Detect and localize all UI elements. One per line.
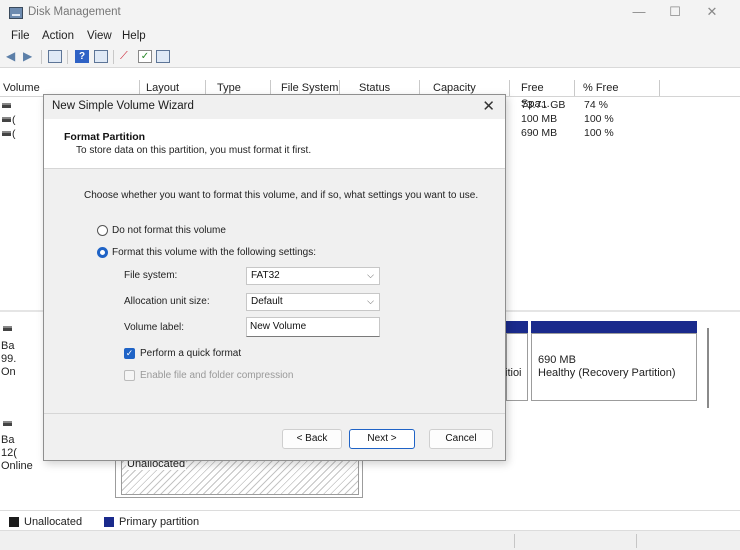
format-volume-radio[interactable] — [97, 247, 108, 258]
help-icon[interactable]: ? — [75, 50, 89, 63]
quick-format-checkbox[interactable]: ✓ — [124, 348, 135, 359]
compression-checkbox[interactable] — [124, 370, 135, 381]
minimize-button[interactable]: — — [621, 0, 657, 26]
menu-bar: File Action View Help — [0, 26, 740, 46]
disk-management-icon — [9, 7, 23, 19]
partition-header — [506, 321, 528, 333]
file-system-value: FAT32 — [251, 270, 280, 281]
disk1-type[interactable]: Ba — [1, 434, 14, 446]
partition-block[interactable]: itioi — [505, 333, 528, 401]
recovery-status: Healthy (Recovery Partition) — [538, 367, 676, 379]
disk1-status: Online — [1, 460, 33, 472]
recovery-partition-header — [531, 321, 697, 333]
compression-label[interactable]: Enable file and folder compression — [140, 370, 293, 381]
menu-view[interactable]: View — [87, 30, 112, 42]
volume-name[interactable]: ( — [12, 114, 16, 126]
chevron-down-icon: ⌵ — [367, 296, 374, 306]
free-space-cell: 100 MB — [521, 113, 558, 125]
free-space-cell: 690 MB — [521, 127, 558, 139]
back-arrow-icon[interactable]: ◀ — [6, 50, 20, 63]
back-button[interactable]: < Back — [282, 429, 342, 449]
disk-icon — [3, 421, 12, 426]
volume-name[interactable]: ( — [12, 128, 16, 140]
legend-primary: Primary partition — [119, 516, 200, 528]
disk0-size: 99. — [1, 353, 17, 365]
quick-format-label[interactable]: Perform a quick format — [140, 348, 241, 359]
forward-arrow-icon[interactable]: ▶ — [23, 50, 37, 63]
volume-label-input[interactable]: New Volume — [246, 317, 380, 337]
file-system-label: File system: — [124, 270, 178, 281]
wizard-prompt: Choose whether you want to format this v… — [84, 190, 479, 201]
status-bar — [0, 530, 740, 550]
allocation-unit-value: Default — [251, 296, 283, 307]
vertical-scrollbar[interactable] — [707, 328, 709, 408]
recovery-partition[interactable]: 690 MB Healthy (Recovery Partition) — [531, 333, 697, 401]
partition-label: itioi — [505, 367, 522, 379]
cancel-button[interactable]: Cancel — [429, 429, 493, 449]
legend-unallocated: Unallocated — [24, 516, 83, 528]
legend: Unallocated Primary partition — [0, 510, 740, 530]
wizard-close-button[interactable]: ✕ — [482, 97, 495, 115]
do-not-format-radio[interactable] — [97, 225, 108, 236]
percent-free-cell: 100 % — [584, 127, 614, 139]
format-volume-label[interactable]: Format this volume with the following se… — [112, 247, 316, 258]
recovery-size: 690 MB — [538, 354, 576, 366]
wizard-title: New Simple Volume Wizard — [52, 100, 194, 112]
console-view-icon[interactable] — [48, 50, 62, 63]
toolbar: ◀ ▶ ? ⟋ ✓ — [0, 46, 740, 68]
title-bar: Disk Management — ☐ ✕ — [0, 0, 740, 26]
maximize-button[interactable]: ☐ — [657, 0, 693, 26]
list-view-icon[interactable] — [156, 50, 170, 63]
check-icon[interactable]: ✓ — [138, 50, 152, 63]
close-button[interactable]: ✕ — [694, 0, 730, 26]
new-simple-volume-wizard: New Simple Volume Wizard ✕ Format Partit… — [43, 94, 506, 461]
file-system-select[interactable]: FAT32 ⌵ — [246, 267, 380, 285]
menu-help[interactable]: Help — [122, 30, 146, 42]
volume-label-label: Volume label: — [124, 322, 185, 333]
disk-icon — [3, 326, 12, 331]
wizard-header: Format Partition To store data on this p… — [44, 119, 505, 169]
wizard-heading: Format Partition — [64, 131, 146, 143]
volume-icon — [2, 117, 11, 122]
menu-action[interactable]: Action — [42, 30, 74, 42]
disk0-status: On — [1, 366, 16, 378]
do-not-format-label[interactable]: Do not format this volume — [112, 225, 226, 236]
col-header-percent-free[interactable]: % Free — [580, 80, 660, 96]
unallocated-swatch — [9, 517, 19, 527]
primary-swatch — [104, 517, 114, 527]
percent-free-cell: 100 % — [584, 113, 614, 125]
chevron-down-icon: ⌵ — [367, 270, 374, 280]
allocation-unit-label: Allocation unit size: — [124, 296, 210, 307]
disk1-size: 12( — [1, 447, 17, 459]
connect-icon[interactable]: ⟋ — [120, 50, 134, 63]
percent-free-cell: 74 % — [584, 99, 608, 111]
allocation-unit-select[interactable]: Default ⌵ — [246, 293, 380, 311]
free-space-cell: 73.71 GB — [521, 99, 566, 111]
col-header-free-space[interactable]: Free Spa... — [518, 80, 575, 110]
wizard-subheading: To store data on this partition, you mus… — [76, 145, 312, 156]
volume-icon — [2, 103, 11, 108]
next-button[interactable]: Next > — [349, 429, 415, 449]
volume-icon — [2, 131, 11, 136]
window-title: Disk Management — [28, 6, 121, 18]
disk0-type[interactable]: Ba — [1, 340, 14, 352]
menu-file[interactable]: File — [11, 30, 30, 42]
properties-icon[interactable] — [94, 50, 108, 63]
